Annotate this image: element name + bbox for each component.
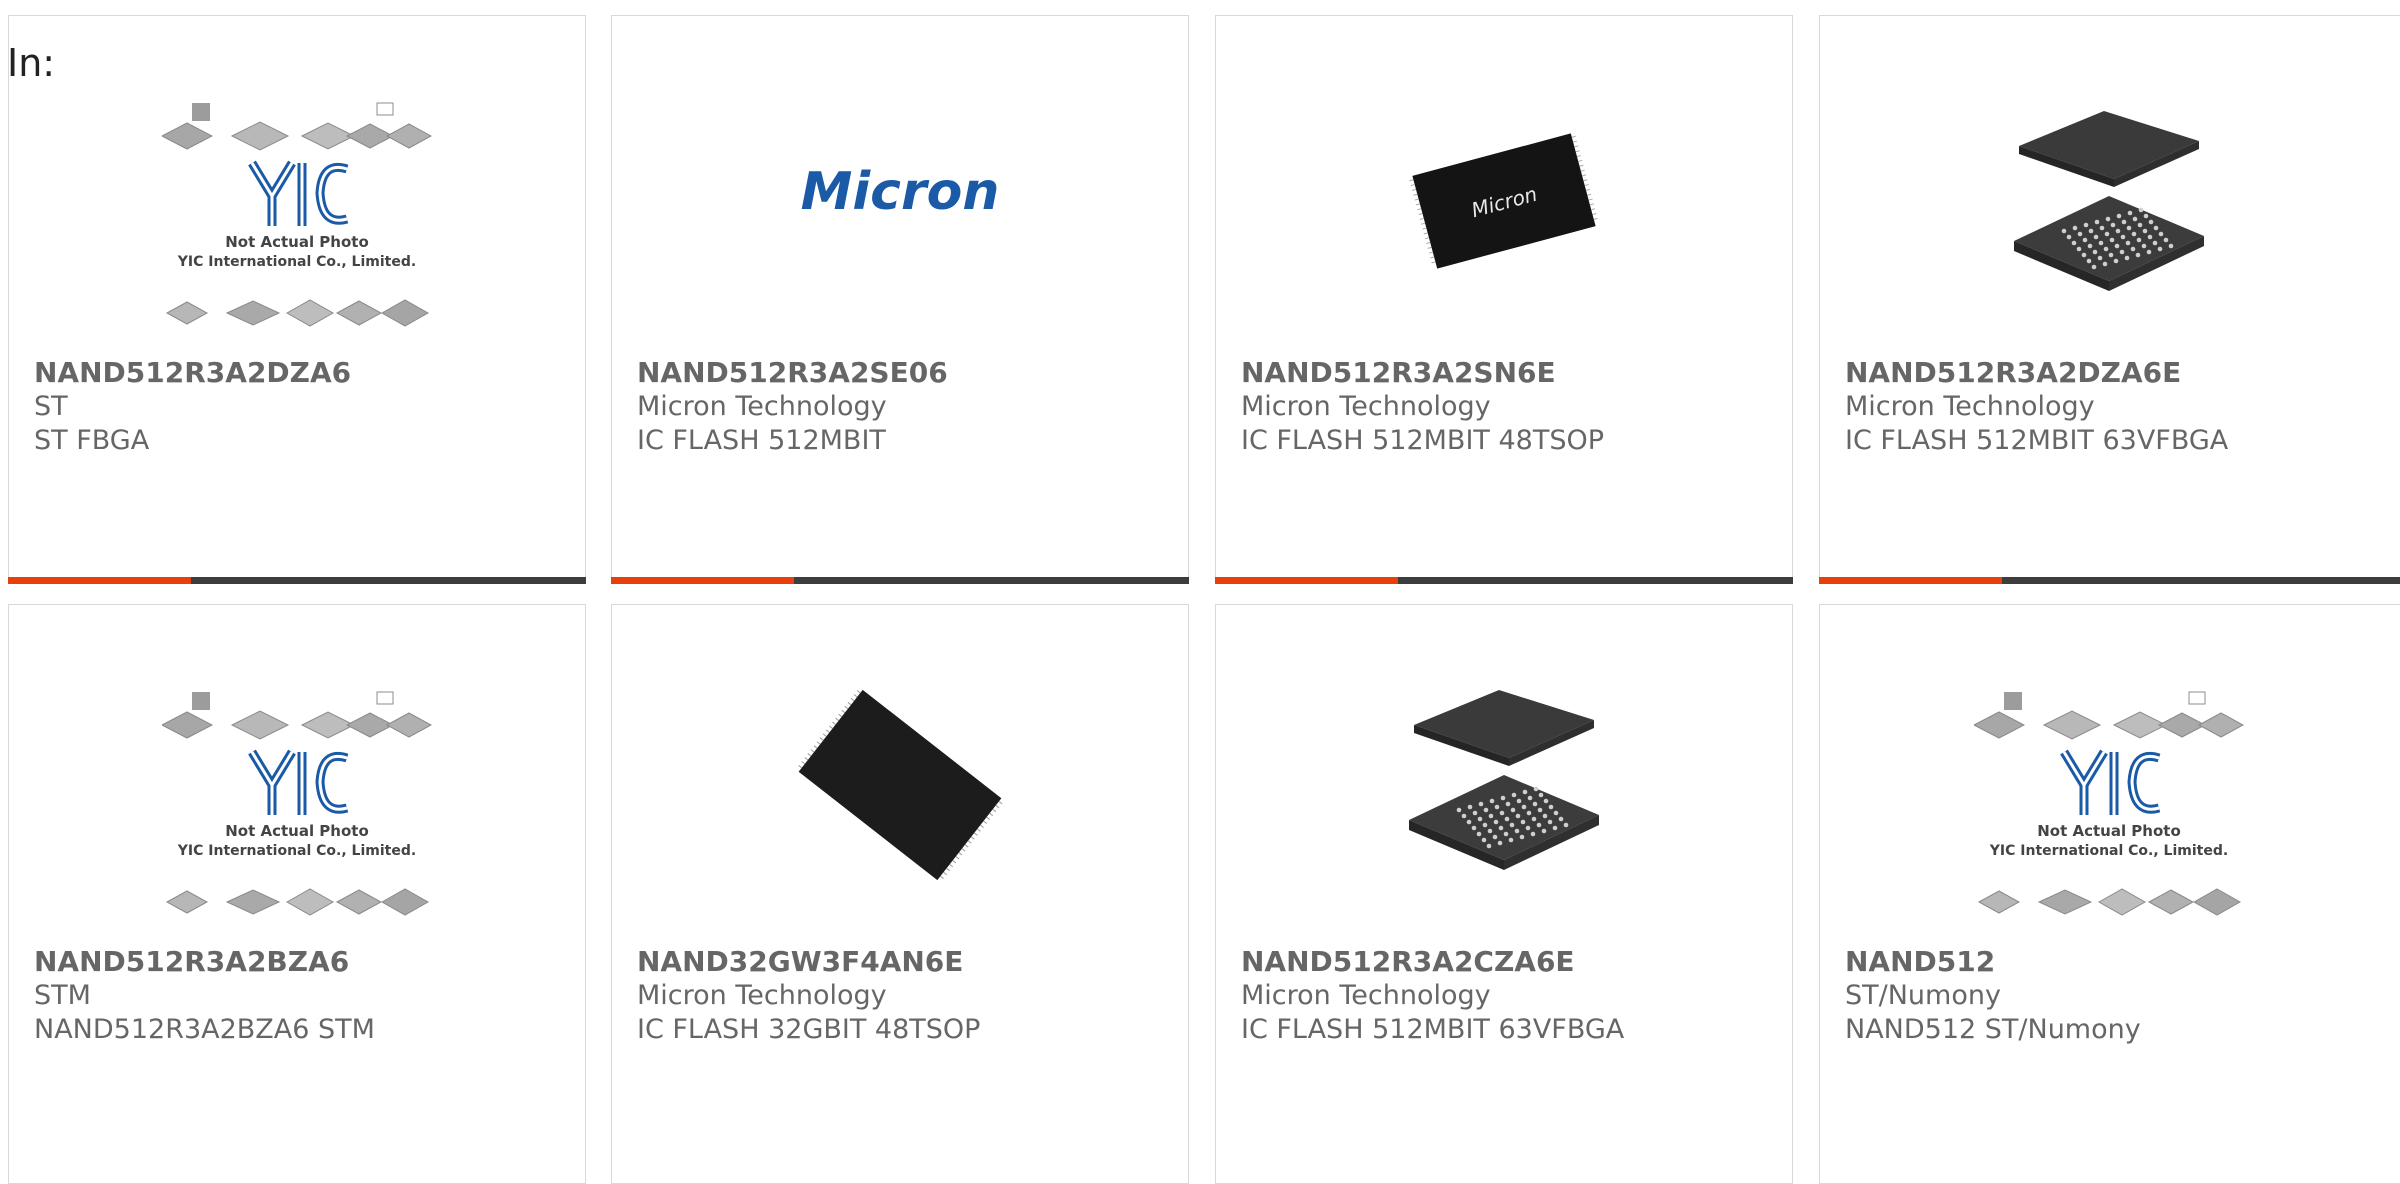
product-card[interactable]: NAND512R3A2CZA6E Micron Technology IC FL… — [1215, 604, 1793, 1184]
product-card[interactable]: Micron NAND512R3A2SE06 Micron Technology… — [611, 15, 1189, 584]
product-part-number[interactable]: NAND512R3A2DZA6 — [34, 356, 575, 390]
product-image[interactable] — [1820, 101, 2398, 311]
product-manufacturer: Micron Technology — [1845, 391, 2095, 422]
product-card[interactable]: Micron NAND512R3A2SN6E Micron Technology… — [1215, 15, 1793, 584]
product-description: IC FLASH 32GBIT 48TSOP — [637, 1014, 981, 1045]
svg-text:YIC International Co., Limited: YIC International Co., Limited. — [1989, 843, 2228, 859]
product-image[interactable]: Not Actual Photo YIC International Co., … — [9, 101, 585, 341]
product-image[interactable] — [612, 680, 1188, 890]
product-manufacturer: Micron Technology — [1241, 980, 1491, 1011]
product-description: IC FLASH 512MBIT 63VFBGA — [1241, 1014, 1625, 1045]
product-description: ST FBGA — [34, 425, 150, 456]
product-card[interactable]: NAND32GW3F4AN6E Micron Technology IC FLA… — [611, 604, 1189, 1184]
product-manufacturer: STM — [34, 980, 91, 1011]
svg-text:YIC International Co., Limited: YIC International Co., Limited. — [177, 843, 416, 859]
card-bottom-bar — [1215, 577, 1793, 584]
product-part-number[interactable]: NAND512R3A2CZA6E — [1241, 945, 1782, 979]
card-accent-bar — [1215, 577, 1398, 584]
product-description: IC FLASH 512MBIT 48TSOP — [1241, 425, 1604, 456]
product-part-number[interactable]: NAND512R3A2BZA6 — [34, 945, 575, 979]
product-card[interactable]: Not Actual Photo YIC International Co., … — [8, 15, 586, 584]
product-image[interactable]: Not Actual Photo YIC International Co., … — [1820, 690, 2398, 930]
product-description: NAND512 ST/Numony — [1845, 1014, 2141, 1045]
product-image[interactable]: Not Actual Photo YIC International Co., … — [9, 690, 585, 930]
filter-label: In: — [7, 41, 56, 85]
product-part-number[interactable]: NAND512R3A2SE06 — [637, 356, 1178, 390]
product-manufacturer: ST — [34, 391, 68, 422]
product-manufacturer: Micron Technology — [637, 980, 887, 1011]
svg-text:Micron: Micron — [801, 162, 1000, 222]
product-part-number[interactable]: NAND512R3A2DZA6E — [1845, 356, 2394, 390]
product-part-number[interactable]: NAND512R3A2SN6E — [1241, 356, 1782, 390]
product-card[interactable]: Not Actual Photo YIC International Co., … — [8, 604, 586, 1184]
product-grid: Not Actual Photo YIC International Co., … — [0, 0, 2400, 1184]
svg-text:Not Actual Photo: Not Actual Photo — [2037, 822, 2181, 840]
product-card[interactable]: NAND512R3A2DZA6E Micron Technology IC FL… — [1819, 15, 2400, 584]
product-card[interactable]: Not Actual Photo YIC International Co., … — [1819, 604, 2400, 1184]
card-accent-bar — [1819, 577, 2002, 584]
product-part-number[interactable]: NAND512 — [1845, 945, 2394, 979]
card-accent-bar — [8, 577, 191, 584]
product-image[interactable] — [1216, 680, 1792, 890]
product-manufacturer: ST/Numony — [1845, 980, 2001, 1011]
product-image[interactable]: Micron — [612, 154, 1188, 234]
product-description: NAND512R3A2BZA6 STM — [34, 1014, 375, 1045]
svg-text:Not Actual Photo: Not Actual Photo — [225, 822, 369, 840]
product-manufacturer: Micron Technology — [1241, 391, 1491, 422]
svg-text:Not Actual Photo: Not Actual Photo — [225, 233, 369, 251]
card-bottom-bar — [611, 577, 1189, 584]
product-part-number[interactable]: NAND32GW3F4AN6E — [637, 945, 1178, 979]
svg-text:YIC International Co., Limited: YIC International Co., Limited. — [177, 254, 416, 270]
product-image[interactable]: Micron — [1216, 101, 1792, 301]
card-accent-bar — [611, 577, 794, 584]
product-manufacturer: Micron Technology — [637, 391, 887, 422]
product-description: IC FLASH 512MBIT — [637, 425, 886, 456]
product-description: IC FLASH 512MBIT 63VFBGA — [1845, 425, 2229, 456]
card-bottom-bar — [1819, 577, 2400, 584]
card-bottom-bar — [8, 577, 586, 584]
